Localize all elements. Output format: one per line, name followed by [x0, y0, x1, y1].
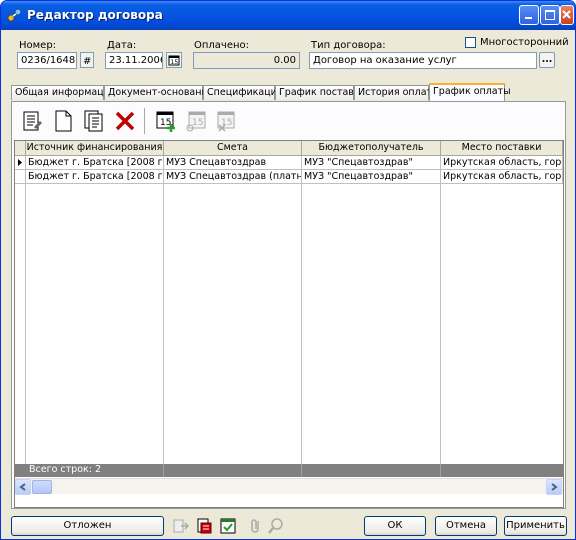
date-field[interactable]: 23.11.2006 — [105, 52, 163, 69]
print-document-icon[interactable] — [195, 517, 213, 535]
calendar-delete-icon: 15 — [217, 111, 235, 132]
grid-line — [440, 156, 441, 464]
number-field[interactable]: 0236/164813 — [17, 52, 77, 69]
table-cell[interactable]: МУЗ Спецавтоздрав (платные) — [164, 170, 302, 184]
tab-payment-schedule[interactable]: График оплаты — [429, 83, 511, 101]
calendar-add-icon[interactable]: 15 — [154, 109, 178, 133]
svg-text:15: 15 — [171, 59, 179, 66]
table-cell[interactable]: Бюджет г. Братска [2008 год] — [26, 156, 164, 170]
column-header-estimate[interactable]: Смета — [164, 141, 302, 156]
contract-editor-window: Редактор договора Номер: 0236/164813 # Д… — [0, 0, 576, 540]
table-cell[interactable]: МУЗ "Спецавтоздрав" — [302, 170, 441, 184]
scroll-thumb[interactable] — [32, 480, 52, 494]
svg-text:15: 15 — [160, 118, 171, 128]
tab-delivery-schedule[interactable]: График поставки — [275, 85, 366, 100]
table-cell[interactable]: Иркутская область, город Бра — [441, 156, 563, 170]
postponed-button[interactable]: Отложен — [11, 516, 164, 536]
grid-line — [301, 156, 302, 464]
svg-text:15: 15 — [192, 118, 203, 128]
window-title: Редактор договора — [27, 8, 163, 22]
minimize-icon — [525, 17, 532, 19]
number-sign-icon: # — [83, 56, 91, 67]
table-cell[interactable]: Бюджет г. Братска [2008 год] — [26, 170, 164, 184]
number-pick-button[interactable]: # — [80, 52, 94, 68]
cancel-button[interactable]: Отмена — [435, 516, 497, 536]
ok-button[interactable]: ОК — [364, 516, 426, 536]
horizontal-scrollbar[interactable] — [15, 478, 563, 495]
column-header-delivery-place[interactable]: Место поставки — [441, 141, 563, 156]
calendar-copy-icon: 15 — [186, 111, 206, 132]
tab-base-document[interactable]: Документ-основание — [104, 85, 214, 100]
ellipsis-icon — [542, 60, 552, 62]
close-icon — [562, 10, 571, 19]
toolbar-separator — [144, 108, 145, 134]
number-label: Номер: — [19, 40, 57, 51]
arrow-left-icon — [19, 483, 26, 491]
minimize-button[interactable] — [519, 5, 539, 25]
tab-specification[interactable]: Спецификация — [203, 85, 283, 100]
title-bar[interactable]: Редактор договора — [1, 1, 575, 30]
search-icon — [268, 518, 283, 534]
toolbar: 15 15 15 — [14, 104, 564, 138]
table-cell[interactable]: МУЗ Спецавтоздрав — [164, 156, 302, 170]
scroll-right-button[interactable] — [546, 479, 562, 495]
delete-icon[interactable] — [113, 109, 137, 133]
row-count-text: Всего строк: 2 — [29, 464, 102, 475]
column-header-funding-source[interactable]: Источник финансирования — [26, 141, 164, 156]
calendar-check-icon[interactable] — [219, 517, 237, 535]
row-selector-header — [15, 141, 26, 156]
grid-line — [163, 156, 164, 464]
maximize-icon — [545, 10, 555, 20]
date-picker-button[interactable]: 15 — [166, 52, 182, 68]
apply-button[interactable]: Применить — [504, 516, 567, 536]
multilateral-label: Многосторонний — [480, 37, 569, 48]
arrow-right-icon — [551, 483, 558, 491]
grid-line — [25, 156, 26, 464]
copy-document-icon[interactable] — [82, 109, 106, 133]
table-footer: Всего строк: 2 — [15, 464, 563, 477]
export-icon — [173, 519, 190, 533]
payment-schedule-panel: 15 15 15 Источник финансирования Смета Б… — [11, 101, 566, 509]
calendar-icon: 15 — [168, 55, 180, 66]
payment-schedule-table: Источник финансирования Смета Бюджетопол… — [14, 140, 564, 508]
date-label: Дата: — [107, 40, 137, 51]
maximize-button[interactable] — [540, 5, 560, 25]
attachment-icon — [251, 519, 259, 533]
table-cell[interactable]: МУЗ "Спецавтоздрав" — [302, 156, 441, 170]
current-row-arrow-icon — [18, 159, 22, 166]
close-button[interactable] — [560, 5, 574, 25]
tab-payment-history[interactable]: История оплаты — [354, 85, 440, 100]
multilateral-checkbox[interactable] — [465, 37, 476, 48]
contract-type-field[interactable]: Договор на оказание услуг — [309, 52, 537, 69]
contract-type-browse-button[interactable] — [539, 52, 555, 68]
document-edit-icon[interactable] — [20, 109, 44, 133]
svg-text:#: # — [83, 56, 91, 67]
paid-label: Оплачено: — [194, 40, 250, 51]
scroll-left-button[interactable] — [15, 479, 31, 495]
paid-amount-field: 0.00 — [193, 52, 300, 69]
contract-type-label: Тип договора: — [311, 40, 386, 51]
app-icon — [7, 8, 22, 22]
column-header-budget-recipient[interactable]: Бюджетополучатель — [302, 141, 441, 156]
new-document-icon[interactable] — [51, 109, 75, 133]
table-cell[interactable]: Иркутская область, город Бра — [441, 170, 563, 184]
tab-general-info[interactable]: Общая информация — [11, 85, 116, 100]
